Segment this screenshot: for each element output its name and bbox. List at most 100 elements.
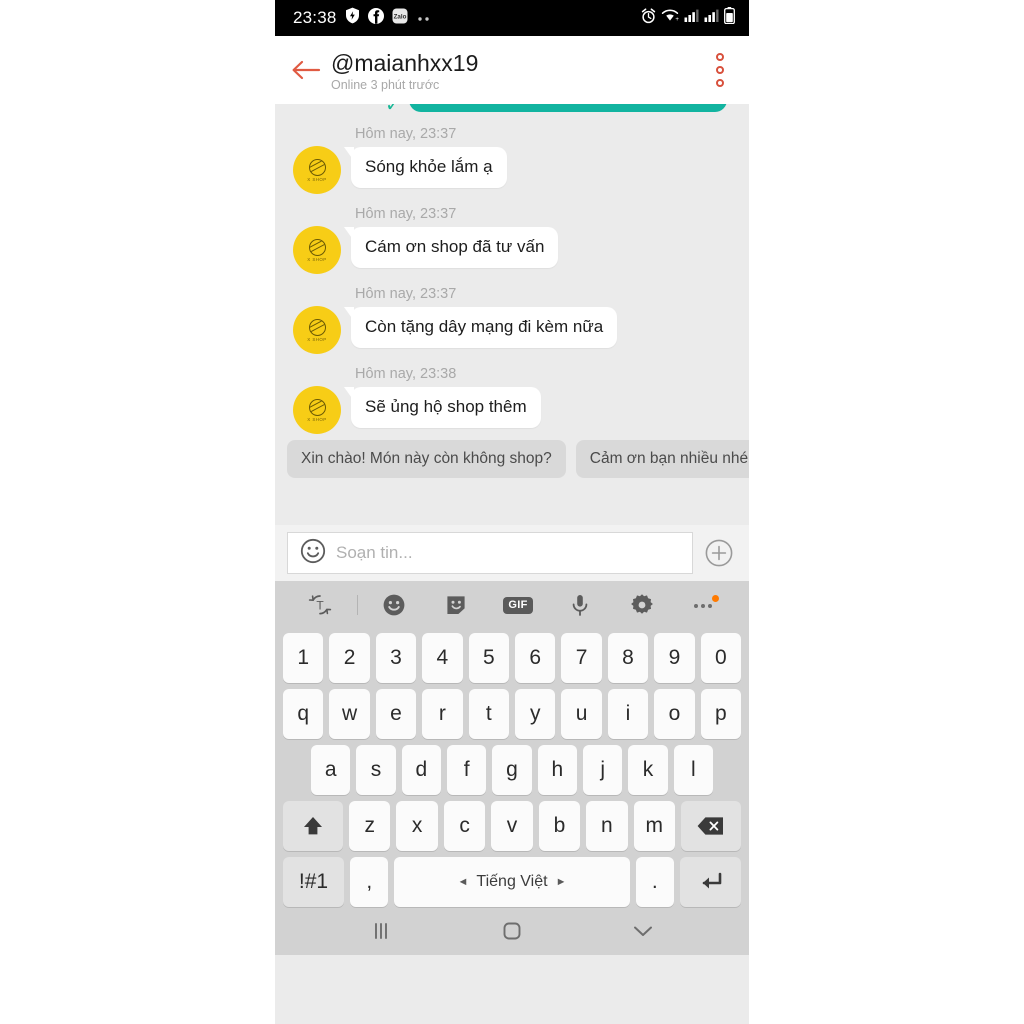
key-3[interactable]: 3 [375,633,417,683]
microphone-icon[interactable] [549,581,611,629]
key-s[interactable]: s [356,745,396,795]
key-g[interactable]: g [492,745,532,795]
message-row: X SHOP Hôm nay, 23:37 Cám ơn shop đã tư … [275,204,749,274]
avatar[interactable]: X SHOP [293,146,341,194]
settings-gear-icon[interactable] [611,581,673,629]
message-list[interactable]: ✓ X SHOP Hôm nay, 23:37 Sóng khỏe lắm ạ … [275,104,749,525]
status-bar: 23:38 Zalo + [275,0,749,36]
key-h[interactable]: h [537,745,577,795]
avatar[interactable]: X SHOP [293,386,341,434]
key-5[interactable]: 5 [468,633,509,683]
enter-return-icon[interactable] [679,857,741,907]
key-l[interactable]: l [673,745,713,795]
emoji-icon[interactable] [363,581,425,629]
key-t[interactable]: t [468,689,509,739]
home-icon[interactable] [482,907,542,955]
message-column: Hôm nay, 23:37 Cám ơn shop đã tư vấn [343,204,559,268]
key-2[interactable]: 2 [329,633,370,683]
key-j[interactable]: j [582,745,623,795]
message-bubble[interactable]: Còn tặng dây mạng đi kèm nữa [343,307,618,348]
key-9[interactable]: 9 [654,633,695,683]
key-x[interactable]: x [396,801,438,851]
message-timestamp: Hôm nay, 23:37 [355,206,457,222]
key-f[interactable]: f [447,745,487,795]
key-q[interactable]: q [282,689,324,739]
wifi-icon: + [661,8,679,28]
key-comma[interactable]: , [350,857,389,907]
smiley-icon[interactable] [300,538,326,569]
quick-reply-chip-2[interactable]: Cảm ơn bạn nhiều nhé! [575,440,749,478]
key-4[interactable]: 4 [422,633,463,683]
key-z[interactable]: z [349,801,391,851]
key-7[interactable]: 7 [561,633,602,683]
avatar[interactable]: X SHOP [293,306,341,354]
header-text-block: @maianhxx19 Online 3 phút trước [331,48,705,93]
key-c[interactable]: c [443,801,486,851]
message-column: Hôm nay, 23:37 Sóng khỏe lắm ạ [344,124,507,188]
chevron-down-icon[interactable] [613,907,673,955]
quick-reply-bar: Xin chào! Món này còn không shop? Cảm ơn… [275,434,749,488]
backspace-icon[interactable] [680,801,742,851]
back-arrow-icon[interactable] [289,53,323,87]
plus-circle-icon[interactable] [699,533,739,573]
key-e[interactable]: e [375,689,417,739]
status-bar-right: + [641,7,735,29]
message-bubble[interactable]: Sóng khỏe lắm ạ [344,147,507,188]
chat-header: @maianhxx19 Online 3 phút trước [275,36,749,104]
message-input-bar: Soạn tin... [275,525,749,581]
kebab-dot-2 [716,66,724,74]
outgoing-bubble [409,104,727,112]
key-i[interactable]: i [607,689,649,739]
key-r[interactable]: r [422,689,463,739]
message-bubble[interactable]: Cám ơn shop đã tư vấn [343,227,559,268]
message-bubble[interactable]: Sẽ ủng hộ shop thêm [344,387,541,428]
screenshot-root: 23:38 Zalo + @maianhxx19 Online 3 phút t… [0,0,1024,1024]
message-input-placeholder: Soạn tin... [336,543,413,562]
sticker-icon[interactable] [425,581,487,629]
shift-arrow-icon[interactable] [282,801,344,851]
key-6[interactable]: 6 [515,633,556,683]
key-1[interactable]: 1 [282,633,324,683]
avatar[interactable]: X SHOP [293,226,341,274]
key-8[interactable]: 8 [607,633,649,683]
key-0[interactable]: 0 [700,633,742,683]
key-a[interactable]: a [311,745,351,795]
key-y[interactable]: y [515,689,556,739]
phone-viewport: 23:38 Zalo + @maianhxx19 Online 3 phút t… [275,0,749,1024]
kebab-dot-3 [716,79,724,87]
avatar-label: X SHOP [307,176,327,182]
key-period[interactable]: . [635,857,674,907]
translate-icon[interactable]: T [289,581,351,629]
message-timestamp: Hôm nay, 23:38 [355,366,457,382]
svg-text:T: T [316,599,324,613]
key-n[interactable]: n [586,801,628,851]
key-d[interactable]: d [401,745,441,795]
symbols-key[interactable]: !#1 [283,857,345,907]
key-k[interactable]: k [628,745,668,795]
page-title: @maianhxx19 [331,49,479,76]
gif-label: GIF [503,596,533,614]
key-o[interactable]: o [654,689,695,739]
battery-icon [724,7,735,29]
key-b[interactable]: b [538,801,581,851]
gif-icon[interactable]: GIF [487,581,549,629]
key-u[interactable]: u [561,689,602,739]
next-language-arrow-icon[interactable]: ► [556,876,567,888]
kebab-menu-icon[interactable] [705,47,735,93]
space-key[interactable]: ◄ Tiếng Việt ► [394,857,630,907]
more-options-icon[interactable] [673,581,735,629]
shop-logo-icon [308,158,326,176]
search-input[interactable]: Soạn tin... [287,532,693,574]
avatar-label: X SHOP [307,336,327,342]
quick-reply-chip-1[interactable]: Xin chào! Món này còn không shop? [287,440,566,478]
message-timestamp: Hôm nay, 23:37 [355,126,457,142]
toolbar-divider [351,581,363,629]
key-m[interactable]: m [633,801,675,851]
recents-icon[interactable] [351,907,411,955]
message-timestamp: Hôm nay, 23:37 [355,286,457,302]
key-v[interactable]: v [491,801,533,851]
message-column: Hôm nay, 23:38 Sẽ ủng hộ shop thêm [344,364,541,428]
key-w[interactable]: w [329,689,370,739]
prev-language-arrow-icon[interactable]: ◄ [458,876,469,888]
key-p[interactable]: p [700,689,742,739]
